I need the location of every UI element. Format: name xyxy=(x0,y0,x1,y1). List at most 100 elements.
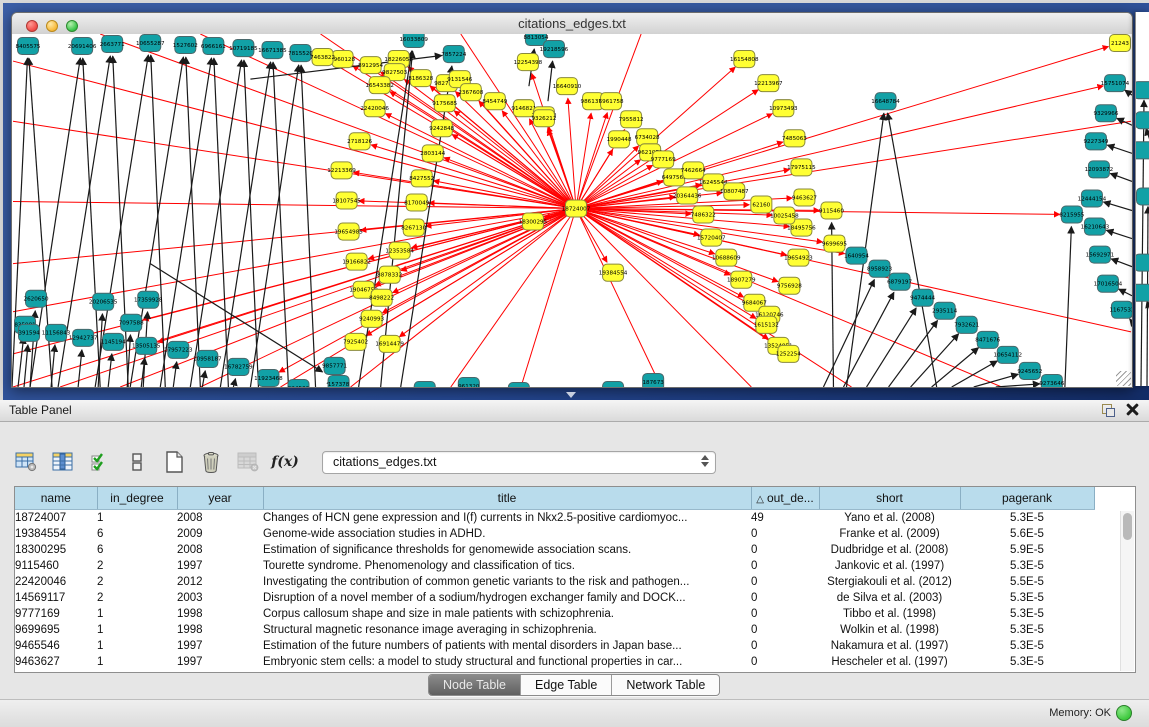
cell[interactable]: 0 xyxy=(751,606,819,622)
cell[interactable]: 2 xyxy=(97,574,177,590)
cell[interactable]: 5.6E-5 xyxy=(960,526,1094,542)
cell[interactable]: 2 xyxy=(97,558,177,574)
cell[interactable]: Embryonic stem cells: a model to study s… xyxy=(263,654,751,670)
cell[interactable]: 6 xyxy=(97,542,177,558)
cell[interactable]: 0 xyxy=(751,590,819,606)
table-row[interactable]: 2242004622012Investigating the contribut… xyxy=(15,574,1094,590)
cell[interactable]: Changes of HCN gene expression and I(f) … xyxy=(263,510,751,527)
cell[interactable]: 5.3E-5 xyxy=(960,590,1094,606)
cell[interactable]: Tourette syndrome. Phenomenology and cla… xyxy=(263,558,751,574)
table-row[interactable]: 977716911998Corpus callosum shape and si… xyxy=(15,606,1094,622)
cell[interactable]: Dudbridge et al. (2008) xyxy=(819,542,960,558)
green-checks-icon[interactable] xyxy=(88,450,112,474)
table-row[interactable]: 1938455462009Genome-wide association stu… xyxy=(15,526,1094,542)
cell[interactable]: 9465546 xyxy=(15,638,97,654)
cell[interactable]: Disruption of a novel member of a sodium… xyxy=(263,590,751,606)
column-header-title[interactable]: title xyxy=(263,487,751,510)
resize-grip-icon[interactable] xyxy=(1116,371,1131,386)
cell[interactable]: 0 xyxy=(751,542,819,558)
cell[interactable]: 0 xyxy=(751,558,819,574)
cell[interactable]: 1997 xyxy=(177,638,263,654)
cell[interactable]: 9699695 xyxy=(15,622,97,638)
cell[interactable]: 6 xyxy=(97,526,177,542)
function-fx-icon[interactable]: f(x) xyxy=(273,450,297,474)
cell[interactable]: 1997 xyxy=(177,654,263,670)
new-file-icon[interactable] xyxy=(162,450,186,474)
column-header-pagerank[interactable]: pagerank xyxy=(960,487,1094,510)
cell[interactable]: 0 xyxy=(751,526,819,542)
cell[interactable]: Franke et al. (2009) xyxy=(819,526,960,542)
stacked-squares-icon[interactable] xyxy=(125,450,149,474)
table-row[interactable]: 1830029562008Estimation of significance … xyxy=(15,542,1094,558)
cell[interactable]: Wolkin et al. (1998) xyxy=(819,622,960,638)
column-header-name[interactable]: name xyxy=(15,487,97,510)
table-row[interactable]: 911546021997Tourette syndrome. Phenomeno… xyxy=(15,558,1094,574)
cell[interactable]: Estimation of the future numbers of pati… xyxy=(263,638,751,654)
cell[interactable]: Stergiakouli et al. (2012) xyxy=(819,574,960,590)
cell[interactable]: 5.5E-5 xyxy=(960,574,1094,590)
cell[interactable]: 18724007 xyxy=(15,510,97,527)
cell[interactable]: 5.3E-5 xyxy=(960,638,1094,654)
cell[interactable]: 5.3E-5 xyxy=(960,622,1094,638)
cell[interactable]: 5.9E-5 xyxy=(960,542,1094,558)
float-panel-icon[interactable] xyxy=(1102,404,1115,417)
table-row[interactable]: 946362711997Embryonic stem cells: a mode… xyxy=(15,654,1094,670)
cell[interactable]: de Silva et al. (2003) xyxy=(819,590,960,606)
cell[interactable]: 5.3E-5 xyxy=(960,606,1094,622)
table-column-icon[interactable] xyxy=(51,450,75,474)
cell[interactable]: 2009 xyxy=(177,526,263,542)
cell[interactable]: Corpus callosum shape and size in male p… xyxy=(263,606,751,622)
cell[interactable]: Estimation of significance thresholds fo… xyxy=(263,542,751,558)
column-header-year[interactable]: year xyxy=(177,487,263,510)
table-vertical-scrollbar[interactable] xyxy=(1120,511,1134,671)
table-row[interactable]: 1872400712008Changes of HCN gene express… xyxy=(15,510,1094,527)
cell[interactable]: 0 xyxy=(751,638,819,654)
panel-splitter-handle[interactable] xyxy=(566,392,576,398)
cell[interactable]: Genome-wide association studies in ADHD. xyxy=(263,526,751,542)
tab-edge-table[interactable]: Edge Table xyxy=(521,675,612,695)
cell[interactable]: Structural magnetic resonance image aver… xyxy=(263,622,751,638)
cell[interactable]: 2008 xyxy=(177,510,263,527)
cell[interactable]: 9777169 xyxy=(15,606,97,622)
column-header-out_de[interactable]: △out_de... xyxy=(751,487,819,510)
cell[interactable]: Nakamura et al. (1997) xyxy=(819,638,960,654)
cell[interactable]: 1998 xyxy=(177,622,263,638)
memory-status-indicator[interactable] xyxy=(1116,705,1132,721)
background-network-window[interactable] xyxy=(1135,12,1149,386)
network-window-titlebar[interactable]: citations_edges.txt xyxy=(12,13,1132,35)
cell[interactable]: 0 xyxy=(751,654,819,670)
cell[interactable]: 9115460 xyxy=(15,558,97,574)
cell[interactable]: 18300295 xyxy=(15,542,97,558)
table-row[interactable]: 969969511998Structural magnetic resonanc… xyxy=(15,622,1094,638)
network-canvas[interactable]: 1872400789601288912954182260589827503165… xyxy=(12,34,1132,387)
network-graph[interactable]: 1872400789601288912954182260589827503165… xyxy=(12,34,1132,387)
cell[interactable]: Hescheler et al. (1997) xyxy=(819,654,960,670)
cell[interactable]: 2003 xyxy=(177,590,263,606)
tab-node-table[interactable]: Node Table xyxy=(429,675,521,695)
cell[interactable]: 1 xyxy=(97,638,177,654)
cell[interactable]: 5.3E-5 xyxy=(960,558,1094,574)
cell[interactable]: 1997 xyxy=(177,558,263,574)
cell[interactable]: 5.3E-5 xyxy=(960,510,1094,527)
trash-icon[interactable] xyxy=(199,450,223,474)
tab-network-table[interactable]: Network Table xyxy=(612,675,719,695)
cell[interactable]: 0 xyxy=(751,574,819,590)
table-row[interactable]: 946554611997Estimation of the future num… xyxy=(15,638,1094,654)
cell[interactable]: 9463627 xyxy=(15,654,97,670)
cell[interactable]: 1 xyxy=(97,654,177,670)
cell[interactable]: 49 xyxy=(751,510,819,527)
cell[interactable]: 0 xyxy=(751,622,819,638)
cell[interactable]: 1 xyxy=(97,510,177,527)
column-header-in_degree[interactable]: in_degree xyxy=(97,487,177,510)
cell[interactable]: Jankovic et al. (1997) xyxy=(819,558,960,574)
scrollbar-thumb[interactable] xyxy=(1123,513,1132,540)
cell[interactable]: 19384554 xyxy=(15,526,97,542)
cell[interactable]: 1 xyxy=(97,622,177,638)
network-table-select[interactable]: citations_edges.txt xyxy=(322,451,716,474)
cell[interactable]: 1 xyxy=(97,606,177,622)
column-header-short[interactable]: short xyxy=(819,487,960,510)
cell[interactable]: 2 xyxy=(97,590,177,606)
cell[interactable]: 2012 xyxy=(177,574,263,590)
close-panel-icon[interactable] xyxy=(1126,403,1139,416)
cell[interactable]: 1998 xyxy=(177,606,263,622)
